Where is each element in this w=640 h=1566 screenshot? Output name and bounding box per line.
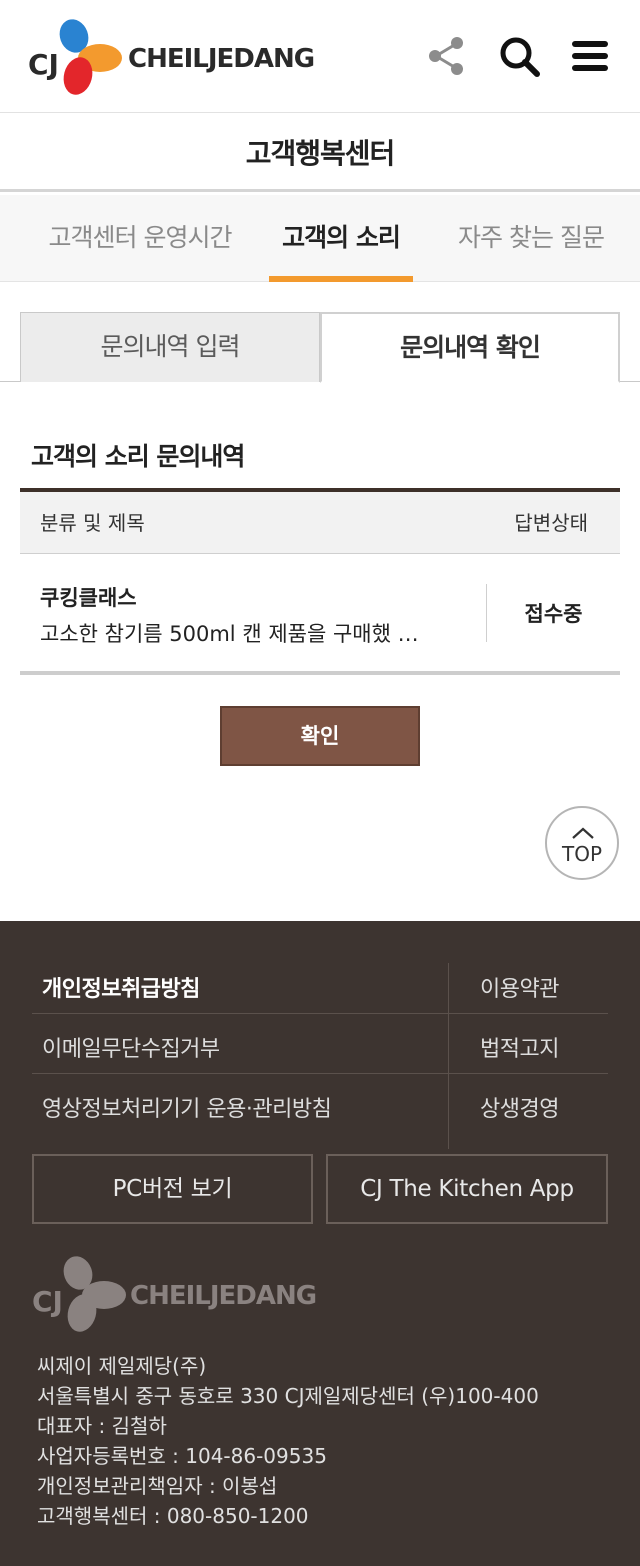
tab-inquiry-input[interactable]: 문의내역 입력 — [20, 312, 320, 382]
logo-text: CHEILJEDANG — [128, 44, 315, 74]
header: CJ CHEILJEDANG — [0, 0, 640, 113]
column-header-subject: 분류 및 제목 — [40, 511, 145, 535]
cj-logo-mark-icon: CJ — [28, 19, 122, 95]
section-title: 고객의 소리 문의내역 — [31, 442, 245, 471]
cctv-policy-link[interactable]: 영상정보처리기기 운용·관리방침 — [42, 1091, 332, 1123]
table-header: 분류 및 제목 답변상태 — [20, 488, 620, 554]
main-tabs: 고객센터 운영시간 고객의 소리 자주 찾는 질문 — [0, 195, 640, 282]
customer-center-phone: 고객행복센터 : 080-850-1200 — [37, 1504, 309, 1528]
company-name: 씨제이 제일제당(주) — [37, 1354, 207, 1378]
sub-tabs: 문의내역 입력 문의내역 확인 — [0, 312, 640, 383]
tab-inquiry-check[interactable]: 문의내역 확인 — [320, 312, 620, 383]
chevron-up-icon — [572, 827, 594, 839]
footer-logo-cj-text: CJ — [32, 1285, 63, 1318]
page-title: 고객행복센터 — [245, 136, 396, 170]
terms-link[interactable]: 이용약관 — [480, 971, 559, 1003]
company-address: 서울특별시 중구 동호로 330 CJ제일제당센터 (우)100-400 — [37, 1384, 539, 1408]
row-title: 고소한 참기름 500ml 캔 제품을 구매했 … — [40, 622, 419, 646]
footer: 개인정보취급방침 이용약관 이메일무단수집거부 법적고지 영상정보처리기기 운용… — [0, 921, 640, 1566]
footer-vertical-divider — [448, 963, 449, 1149]
pc-version-button[interactable]: PC버전 보기 — [32, 1154, 313, 1224]
table-row[interactable]: 쿠킹클래스 고소한 참기름 500ml 캔 제품을 구매했 … 접수중 — [20, 554, 620, 675]
company-ceo: 대표자 : 김철하 — [37, 1414, 167, 1438]
footer-divider — [32, 1013, 608, 1014]
share-icon[interactable] — [424, 34, 468, 78]
scroll-top-button[interactable]: TOP — [545, 806, 619, 880]
top-label: TOP — [561, 842, 603, 866]
tab-faq[interactable]: 자주 찾는 질문 — [440, 195, 622, 282]
page-title-bar: 고객행복센터 — [0, 114, 640, 192]
footer-logo: CJ CHEILJEDANG — [32, 1251, 317, 1335]
tab-customer-voice[interactable]: 고객의 소리 — [269, 195, 413, 282]
email-refusal-link[interactable]: 이메일무단수집거부 — [42, 1031, 220, 1063]
logo-cj-text: CJ — [28, 48, 59, 81]
legal-notice-link[interactable]: 법적고지 — [480, 1031, 559, 1063]
column-header-status: 답변상태 — [514, 511, 588, 535]
inquiry-table: 분류 및 제목 답변상태 쿠킹클래스 고소한 참기름 500ml 캔 제품을 구… — [20, 488, 620, 675]
business-number: 사업자등록번호 : 104-86-09535 — [37, 1444, 327, 1468]
cj-cheiljedang-logo[interactable]: CJ CHEILJEDANG — [28, 14, 315, 98]
search-icon[interactable] — [497, 34, 541, 78]
coexistence-link[interactable]: 상생경영 — [480, 1091, 559, 1123]
row-status: 접수중 — [524, 602, 583, 626]
confirm-button[interactable]: 확인 — [220, 706, 420, 766]
footer-logo-text: CHEILJEDANG — [130, 1281, 317, 1311]
company-info: 씨제이 제일제당(주) 서울특별시 중구 동호로 330 CJ제일제당센터 (우… — [37, 1351, 539, 1531]
footer-logo-mark-icon: CJ — [32, 1256, 126, 1332]
footer-divider — [32, 1073, 608, 1074]
tab-service-hours[interactable]: 고객센터 운영시간 — [20, 195, 260, 282]
hamburger-menu-icon[interactable] — [568, 34, 612, 78]
privacy-policy-link[interactable]: 개인정보취급방침 — [42, 971, 200, 1003]
row-category: 쿠킹클래스 — [40, 586, 137, 610]
privacy-officer: 개인정보관리책임자 : 이봉섭 — [37, 1474, 278, 1498]
kitchen-app-button[interactable]: CJ The Kitchen App — [326, 1154, 608, 1224]
